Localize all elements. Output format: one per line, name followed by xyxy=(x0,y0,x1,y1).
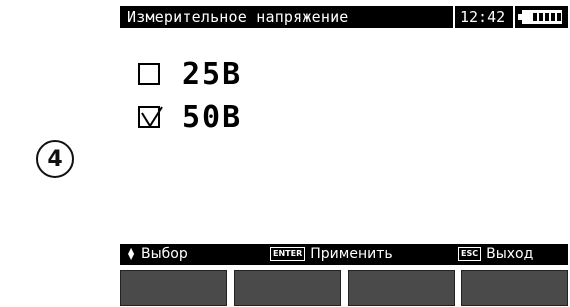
soft-key-1[interactable] xyxy=(120,270,227,306)
soft-keys xyxy=(120,270,568,306)
exit-hint: ESC Выход xyxy=(458,246,533,262)
apply-label: Применить xyxy=(310,246,393,262)
title-bar: Измерительное напряжение 12:42 xyxy=(120,6,568,28)
up-down-arrows-icon: ▲ ▼ xyxy=(128,246,135,261)
voltage-option-25v[interactable]: 25В xyxy=(138,56,243,92)
battery-full-icon xyxy=(518,10,562,24)
voltage-option-50v[interactable]: 50В xyxy=(138,99,243,135)
enter-key-icon: ENTER xyxy=(270,247,306,261)
option-label: 50В xyxy=(182,99,243,135)
screen-title: Измерительное напряжение xyxy=(127,8,349,26)
time-separator xyxy=(513,6,515,28)
device-screen: Измерительное напряжение 12:42 25В 50В ▲… xyxy=(120,6,568,306)
esc-key-icon: ESC xyxy=(458,247,482,261)
soft-key-4[interactable] xyxy=(461,270,568,306)
checked-box-icon[interactable] xyxy=(138,106,163,128)
unchecked-box-icon[interactable] xyxy=(138,63,160,85)
step-number-marker: 4 xyxy=(36,140,74,178)
soft-key-2[interactable] xyxy=(234,270,341,306)
title-separator xyxy=(453,6,455,28)
function-key-bar: ▲ ▼ Выбор ENTER Применить ESC Выход xyxy=(120,244,568,265)
apply-hint: ENTER Применить xyxy=(270,246,393,262)
select-label: Выбор xyxy=(141,246,188,262)
select-hint: ▲ ▼ Выбор xyxy=(128,246,188,262)
soft-key-3[interactable] xyxy=(348,270,455,306)
exit-label: Выход xyxy=(486,246,534,262)
option-label: 25В xyxy=(182,56,243,92)
clock-time: 12:42 xyxy=(460,8,506,26)
